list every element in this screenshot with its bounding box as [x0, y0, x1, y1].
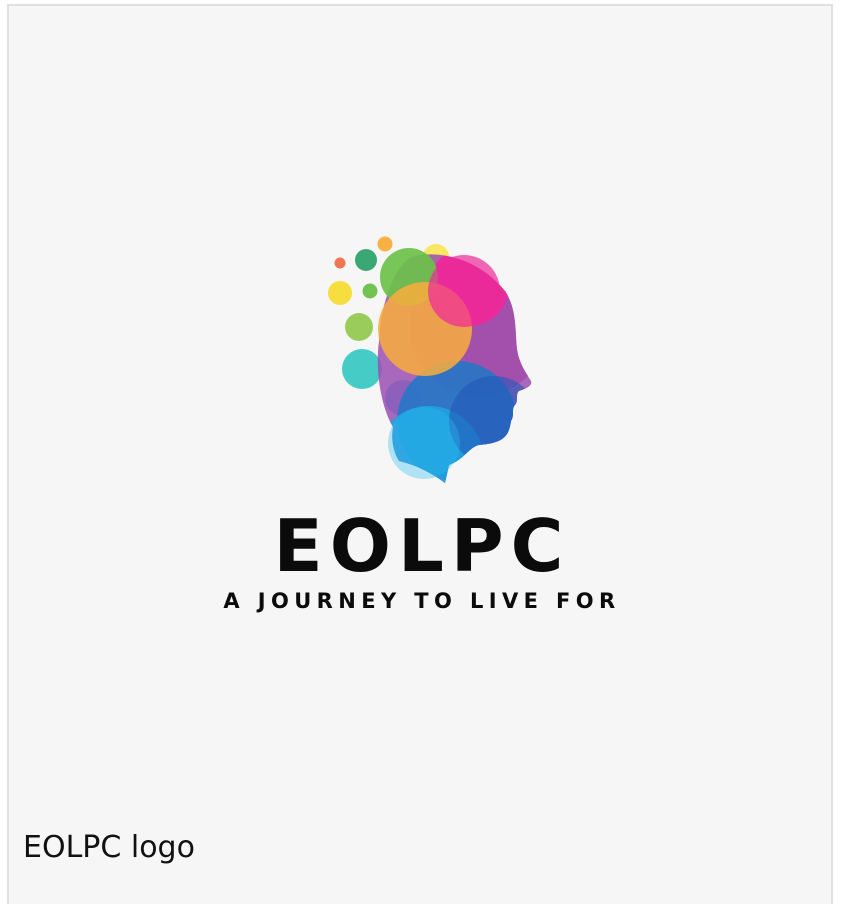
dot-dark-green: [355, 249, 377, 271]
dot-yellow: [328, 281, 352, 305]
dot-orange-top: [377, 236, 393, 252]
dot-orange-small: [334, 257, 346, 269]
image-caption: EOLPC logo: [23, 830, 195, 865]
logo-card: EOLPC A JOURNEY TO LIVE FOR EOLPC logo: [7, 4, 833, 904]
head-logo-icon: [328, 236, 532, 484]
circle-pink-overlay: [428, 255, 500, 327]
dot-teal: [342, 349, 382, 389]
brand-name: EOLPC: [273, 504, 571, 588]
dot-green-small: [362, 283, 378, 299]
brand-tagline: A JOURNEY TO LIVE FOR: [223, 589, 621, 613]
dot-lime: [345, 313, 373, 341]
circle-blue-overlay: [388, 407, 460, 479]
